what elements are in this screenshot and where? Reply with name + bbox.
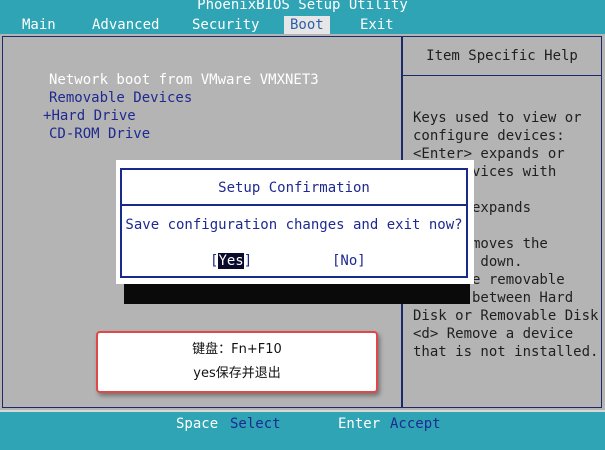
no-button[interactable]: [No] [332, 252, 366, 270]
yes-button[interactable]: [Yes] [210, 252, 252, 270]
boot-item-network[interactable]: Network boot from VMware VMXNET3 [49, 71, 319, 89]
status-action-accept: Accept [390, 416, 441, 432]
help-header: Item Specific Help [403, 37, 601, 76]
yes-bracket-close: ] [243, 253, 253, 269]
yes-label: Yes [218, 253, 244, 269]
bios-title: PhoenixBIOS Setup Utility [197, 0, 408, 13]
boot-item-hard-drive-label: Hard Drive [51, 108, 136, 124]
boot-item-hard-drive[interactable]: +Hard Drive [43, 107, 136, 125]
boot-item-removable[interactable]: Removable Devices [49, 89, 192, 107]
bios-title-bar: PhoenixBIOS Setup Utility [0, 0, 605, 16]
annotation-line-1: 键盘：Fn+F10 [192, 342, 282, 357]
boot-item-cdrom[interactable]: CD-ROM Drive [49, 125, 150, 143]
dialog-shadow [124, 284, 470, 304]
setup-confirmation-dialog: Setup Confirmation Save configuration ch… [116, 160, 474, 284]
tab-security[interactable]: Security [186, 16, 265, 34]
dialog-border: Setup Confirmation Save configuration ch… [120, 168, 468, 278]
dialog-title: Setup Confirmation [122, 170, 466, 206]
status-action-select: Select [230, 416, 281, 432]
status-key-space: Space [176, 416, 219, 432]
menu-bar: Main Advanced Security Boot Exit [0, 16, 605, 34]
status-key-enter: Enter [338, 416, 381, 432]
tab-boot[interactable]: Boot [284, 16, 330, 34]
annotation-box: 键盘：Fn+F10 yes保存并退出 [96, 331, 378, 393]
tab-advanced[interactable]: Advanced [86, 16, 165, 34]
tab-main[interactable]: Main [16, 16, 62, 34]
annotation-line-2: yes保存并退出 [193, 366, 281, 381]
status-bar: Space Select Enter Accept [0, 410, 605, 450]
dialog-message: Save configuration changes and exit now? [125, 217, 463, 233]
tab-exit[interactable]: Exit [354, 16, 400, 34]
